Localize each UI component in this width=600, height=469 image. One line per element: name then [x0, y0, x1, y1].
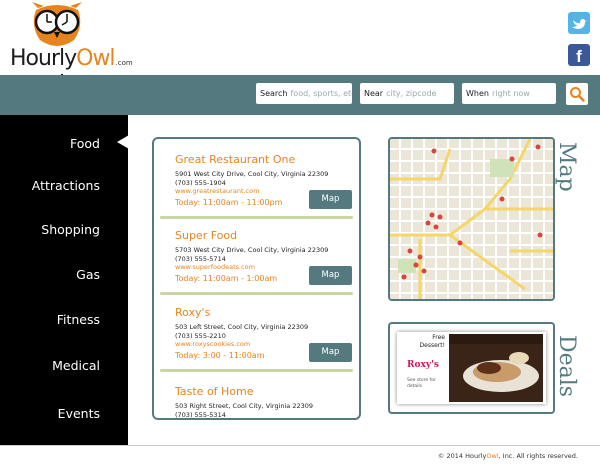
dessert-photo [449, 334, 543, 402]
logo-tld: .com [115, 59, 133, 67]
near-label: Near [364, 89, 384, 98]
twitter-icon[interactable] [568, 12, 590, 34]
listings-panel[interactable]: Great Restaurant One 5901 West City Driv… [152, 137, 361, 420]
listing-website-link[interactable]: www.greatrestaurant.com [175, 187, 259, 195]
street-map-image [390, 139, 553, 299]
footer-owl: Owl [486, 452, 499, 460]
search-label: Search [260, 89, 288, 98]
listing-divider [160, 292, 353, 295]
sidebar-item-food[interactable]: Food [70, 136, 100, 151]
listing-phone: (703) 555-2210 [175, 332, 226, 340]
listing-hours: Today: 11:00am - 1:00am [175, 274, 278, 283]
footer-prefix: © 2014 Hourly [437, 452, 487, 460]
footer-suffix: , Inc. All rights reserved. [498, 452, 578, 460]
near-placeholder: city, zipcode [386, 89, 437, 98]
magnifier-icon [570, 87, 585, 102]
listing-website-link[interactable]: www.superfoodeats.com [175, 263, 255, 271]
logo-word-hourly: Hourly [10, 46, 77, 71]
listing-item[interactable]: Super Food 5703 West City Drive, Cool Ci… [154, 229, 359, 301]
sidebar-item-events[interactable]: Events [58, 406, 100, 421]
copyright-footer: © 2014 HourlyOwl, Inc. All rights reserv… [438, 452, 578, 460]
facebook-icon[interactable]: f [568, 44, 590, 66]
near-input[interactable]: Near city, zipcode [360, 83, 454, 104]
sidebar-item-medical[interactable]: Medical [52, 358, 100, 373]
deal-fine-print: See store for details [407, 378, 436, 389]
listing-phone: (703) 555-1904 [175, 179, 226, 187]
deals-panel-title: Deals [554, 335, 579, 397]
when-label: When [466, 89, 489, 98]
listing-website-link[interactable]: www.roxyscookies.com [175, 340, 250, 348]
owl-logo-icon [32, 2, 82, 46]
sidebar-item-shopping[interactable]: Shopping [41, 222, 100, 237]
listing-name[interactable]: Taste of Home [175, 385, 254, 398]
when-input[interactable]: When right now [462, 83, 556, 104]
twitter-bird-icon [572, 19, 587, 29]
deals-panel[interactable]: Free Dessert! Roxy's See store for detai… [388, 322, 555, 414]
listing-address: 503 Right Street, Cool City, Virginia 22… [175, 402, 314, 410]
listing-hours: Today: 3:00 - 11:00am [175, 351, 265, 360]
listing-phone: (703) 555-5314 [175, 411, 226, 419]
deals-title-text: Deals [554, 335, 579, 397]
map-button[interactable]: Map [309, 266, 352, 285]
listing-hours: Today: 11:00am - 11:00pm [175, 198, 283, 207]
listing-item[interactable]: Taste of Home 503 Right Street, Cool Cit… [154, 385, 359, 419]
map-button[interactable]: Map [309, 343, 352, 362]
logo-wordmark: HourlyOwl.com [10, 46, 133, 71]
map-panel[interactable] [388, 137, 555, 301]
deal-headline: Free Dessert! [419, 334, 445, 349]
map-button[interactable]: Map [309, 190, 352, 209]
listing-name[interactable]: Great Restaurant One [175, 153, 295, 166]
sidebar-item-fitness[interactable]: Fitness [57, 312, 100, 327]
deal-coupon[interactable]: Free Dessert! Roxy's See store for detai… [397, 332, 546, 404]
listing-name[interactable]: Super Food [175, 229, 237, 242]
listing-divider [160, 216, 353, 219]
sidebar-item-gas[interactable]: Gas [76, 267, 100, 282]
listing-address: 5703 West City Drive, Cool City, Virgini… [175, 246, 329, 254]
listing-divider [160, 369, 353, 372]
search-input[interactable]: Search food, sports, etc [256, 83, 352, 104]
listing-address: 503 Left Street, Cool City, Virginia 223… [175, 323, 309, 331]
search-button[interactable] [566, 83, 588, 105]
active-nav-pointer [117, 135, 129, 149]
map-title-text: Map [554, 142, 579, 192]
sidebar-item-attractions[interactable]: Attractions [32, 178, 100, 193]
listing-item[interactable]: Great Restaurant One 5901 West City Driv… [154, 153, 359, 225]
logo-word-owl: Owl [76, 46, 115, 71]
footer-divider [0, 445, 600, 446]
deal-brand: Roxy's [407, 360, 439, 370]
search-placeholder: food, sports, etc [290, 89, 352, 98]
facebook-glyph: f [576, 47, 582, 66]
map-panel-title: Map [554, 142, 579, 192]
when-placeholder: right now [491, 89, 530, 98]
listing-phone: (703) 555-5714 [175, 255, 226, 263]
sidebar-nav: Food Attractions Shopping Gas Fitness Me… [0, 115, 128, 445]
listing-item[interactable]: Roxy's 503 Left Street, Cool City, Virgi… [154, 306, 359, 378]
listing-name[interactable]: Roxy's [175, 306, 210, 319]
listing-address: 5901 West City Drive, Cool City, Virgini… [175, 170, 329, 178]
